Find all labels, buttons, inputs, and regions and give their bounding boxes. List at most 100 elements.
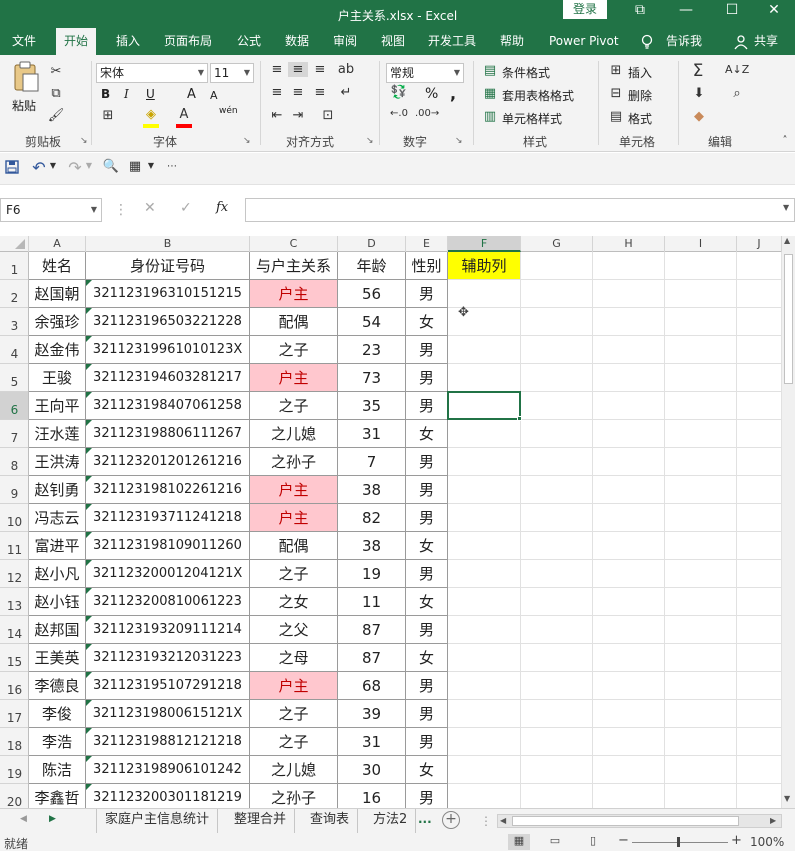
error-indicator-icon[interactable]	[86, 420, 92, 426]
column-title-cell[interactable]: 身份证号码	[86, 252, 250, 280]
empty-cell[interactable]	[737, 448, 782, 476]
empty-cell[interactable]	[448, 420, 521, 448]
grow-font-button[interactable]: A	[187, 87, 196, 102]
sheet-tab[interactable]: 整理合并	[226, 809, 296, 833]
empty-cell[interactable]	[521, 644, 593, 672]
sort-filter-icon[interactable]: A↓Z	[725, 63, 749, 76]
column-title-cell[interactable]: 性别	[406, 252, 448, 280]
lightbulb-icon[interactable]	[640, 28, 654, 55]
login-button[interactable]: 登录	[563, 0, 607, 19]
italic-button[interactable]: I	[124, 87, 129, 101]
format-as-table-icon[interactable]: ▦	[482, 86, 498, 101]
font-name-combo[interactable]: 宋体 ▼	[96, 63, 208, 83]
clipboard-dialog-launcher-icon[interactable]: ↘	[80, 136, 88, 146]
column-header[interactable]: B	[86, 236, 250, 252]
table-cell[interactable]: 31	[338, 728, 406, 756]
table-cell[interactable]: 56	[338, 280, 406, 308]
empty-cell[interactable]	[737, 700, 782, 728]
increase-indent-icon[interactable]: ⇥	[289, 108, 307, 123]
person-icon[interactable]	[734, 28, 748, 55]
empty-cell[interactable]	[665, 672, 737, 700]
cell-styles-icon[interactable]: ▥	[482, 109, 498, 124]
table-cell[interactable]: 冯志云	[29, 504, 86, 532]
row-header[interactable]: 2	[0, 280, 28, 308]
empty-cell[interactable]	[448, 672, 521, 700]
row-header[interactable]: 12	[0, 560, 28, 588]
empty-cell[interactable]	[737, 644, 782, 672]
tab-scroll-left-icon[interactable]: ◀	[20, 814, 27, 824]
empty-cell[interactable]	[665, 336, 737, 364]
row-header[interactable]: 13	[0, 588, 28, 616]
id-number-cell[interactable]: 321123193711241218	[86, 504, 250, 532]
table-cell[interactable]: 之父	[250, 616, 338, 644]
table-cell[interactable]: 男	[406, 784, 448, 808]
id-number-cell[interactable]: 32112319961010123X	[86, 336, 250, 364]
empty-cell[interactable]	[737, 476, 782, 504]
vertical-scrollbar[interactable]: ▲ ▼	[782, 236, 795, 808]
decrease-decimal-icon[interactable]: .00→	[415, 108, 439, 119]
table-cell[interactable]: 汪水莲	[29, 420, 86, 448]
empty-cell[interactable]	[665, 532, 737, 560]
percent-style-button[interactable]: %	[425, 86, 438, 102]
table-cell[interactable]: 之子	[250, 560, 338, 588]
empty-cell[interactable]	[665, 476, 737, 504]
borders-icon[interactable]: ⊞	[99, 108, 117, 123]
table-cell[interactable]: 男	[406, 672, 448, 700]
empty-cell[interactable]	[448, 532, 521, 560]
table-cell[interactable]: 39	[338, 700, 406, 728]
align-right-icon[interactable]: ≡	[311, 85, 329, 100]
empty-cell[interactable]	[593, 420, 665, 448]
table-cell[interactable]: 31	[338, 420, 406, 448]
table-cell[interactable]: 王洪涛	[29, 448, 86, 476]
column-header[interactable]: F	[448, 236, 521, 252]
sheet-tab[interactable]: 家庭户主信息统计	[96, 809, 219, 833]
select-all-corner[interactable]	[0, 236, 29, 252]
scroll-left-icon[interactable]: ◀	[500, 816, 506, 825]
page-break-view-icon[interactable]: ▯	[584, 834, 602, 847]
clear-icon[interactable]: ◆	[690, 109, 708, 124]
empty-cell[interactable]	[737, 420, 782, 448]
table-cell[interactable]: 男	[406, 728, 448, 756]
empty-cell[interactable]	[737, 616, 782, 644]
fill-handle[interactable]	[517, 416, 522, 421]
empty-cell[interactable]	[593, 448, 665, 476]
row-header[interactable]: 19	[0, 756, 28, 784]
tab-help[interactable]: 帮助	[500, 28, 524, 55]
id-number-cell[interactable]: 321123200301181219	[86, 784, 250, 808]
table-cell[interactable]: 男	[406, 392, 448, 420]
empty-cell[interactable]	[737, 252, 782, 280]
table-cell[interactable]: 女	[406, 756, 448, 784]
number-format-combo[interactable]: 常规 ▼	[386, 63, 464, 83]
table-cell[interactable]: 女	[406, 644, 448, 672]
scroll-up-icon[interactable]: ▲	[784, 236, 790, 245]
error-indicator-icon[interactable]	[86, 784, 92, 790]
column-header[interactable]: G	[521, 236, 593, 252]
customize-qat-icon[interactable]: ⋯	[166, 161, 178, 172]
more-sheets-button[interactable]: ...	[418, 812, 432, 826]
empty-cell[interactable]	[448, 560, 521, 588]
add-sheet-icon[interactable]: +	[442, 811, 460, 829]
format-as-table-button[interactable]: 套用表格格式	[502, 87, 574, 104]
empty-cell[interactable]	[665, 420, 737, 448]
collapse-ribbon-icon[interactable]: ˄	[778, 135, 792, 146]
error-indicator-icon[interactable]	[86, 364, 92, 370]
zoom-level[interactable]: 100%	[750, 835, 784, 849]
decrease-indent-icon[interactable]: ⇤	[268, 108, 286, 123]
row-header[interactable]: 6	[0, 392, 28, 420]
row-header[interactable]: 18	[0, 728, 28, 756]
table-cell[interactable]: 7	[338, 448, 406, 476]
table-cell[interactable]: 户主	[250, 476, 338, 504]
error-indicator-icon[interactable]	[86, 560, 92, 566]
empty-cell[interactable]	[448, 784, 521, 808]
column-header[interactable]: C	[250, 236, 338, 252]
orientation-icon[interactable]: ab	[337, 62, 355, 77]
zoom-slider[interactable]	[632, 842, 728, 843]
empty-cell[interactable]	[665, 280, 737, 308]
font-dialog-launcher-icon[interactable]: ↘	[243, 136, 251, 146]
empty-cell[interactable]	[665, 392, 737, 420]
table-cell[interactable]: 王美英	[29, 644, 86, 672]
save-icon[interactable]	[4, 160, 20, 178]
table-cell[interactable]: 之儿媳	[250, 756, 338, 784]
empty-cell[interactable]	[593, 560, 665, 588]
tab-insert[interactable]: 插入	[116, 28, 140, 55]
